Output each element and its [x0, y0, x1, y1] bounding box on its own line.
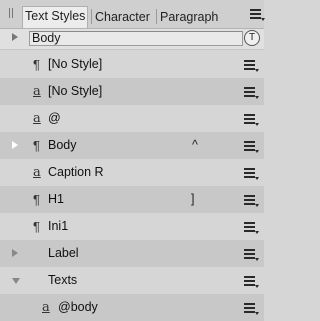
style-row[interactable]: ¶ Body ^	[0, 132, 264, 159]
tab-divider	[156, 9, 157, 24]
character-style-icon: a	[33, 165, 41, 180]
row-menu-icon[interactable]	[244, 302, 259, 315]
style-row[interactable]: Label	[0, 240, 264, 267]
row-menu-icon[interactable]	[244, 59, 259, 72]
row-menu-icon[interactable]	[244, 194, 259, 207]
tab-character[interactable]: Character	[95, 8, 150, 26]
row-menu-icon[interactable]	[244, 140, 259, 153]
style-row-label: @	[48, 111, 61, 125]
text-style-icon[interactable]: T	[244, 30, 260, 46]
row-menu-icon[interactable]	[244, 275, 259, 288]
character-style-icon: a	[33, 111, 41, 126]
tab-paragraph[interactable]: Paragraph	[160, 8, 218, 26]
expand-right-icon[interactable]	[12, 249, 18, 257]
row-marker: ^	[192, 138, 198, 152]
panel-grip-icon[interactable]	[9, 8, 13, 18]
style-row[interactable]: ¶ Ini1	[0, 213, 264, 240]
paragraph-icon: ¶	[33, 57, 40, 72]
style-name-field[interactable]: Body	[29, 31, 243, 46]
paragraph-icon: ¶	[33, 192, 40, 207]
row-menu-icon[interactable]	[244, 221, 259, 234]
character-style-icon: a	[42, 300, 50, 315]
style-row-label: @body	[58, 300, 98, 314]
style-row[interactable]: a [No Style]	[0, 78, 264, 105]
row-menu-icon[interactable]	[244, 167, 259, 180]
row-marker: ]	[191, 192, 195, 206]
panel-menu-icon[interactable]	[250, 8, 265, 21]
row-menu-icon[interactable]	[244, 86, 259, 99]
style-row[interactable]: ¶ H1]	[0, 186, 264, 213]
style-row-label: Body	[48, 138, 77, 152]
style-header: Body T	[0, 29, 264, 50]
row-menu-icon[interactable]	[244, 113, 259, 126]
expand-right-icon[interactable]	[12, 33, 18, 41]
row-menu-icon[interactable]	[244, 248, 259, 261]
style-row-label: Ini1	[48, 219, 69, 233]
style-row[interactable]: a @body	[0, 294, 264, 321]
paragraph-icon: ¶	[33, 219, 40, 234]
style-row-label: Caption R	[48, 165, 104, 179]
style-row[interactable]: a Caption R	[0, 159, 264, 186]
expand-right-icon[interactable]	[12, 141, 18, 149]
style-row[interactable]: Texts	[0, 267, 264, 294]
style-row-label: Label	[48, 246, 79, 260]
expand-down-icon[interactable]	[12, 278, 20, 284]
tab-text-styles[interactable]: Text Styles	[22, 6, 89, 28]
style-row[interactable]: a @	[0, 105, 264, 132]
style-row-label: [No Style]	[48, 57, 103, 71]
style-row[interactable]: ¶ [No Style]	[0, 51, 264, 78]
paragraph-icon: ¶	[33, 138, 40, 153]
style-row-label: Texts	[48, 273, 78, 287]
tab-divider	[91, 9, 92, 24]
tab-bar: Text Styles Character Paragraph	[0, 0, 265, 29]
character-style-icon: a	[33, 84, 41, 99]
style-row-label: H1	[48, 192, 64, 206]
style-row-label: [No Style]	[48, 84, 103, 98]
